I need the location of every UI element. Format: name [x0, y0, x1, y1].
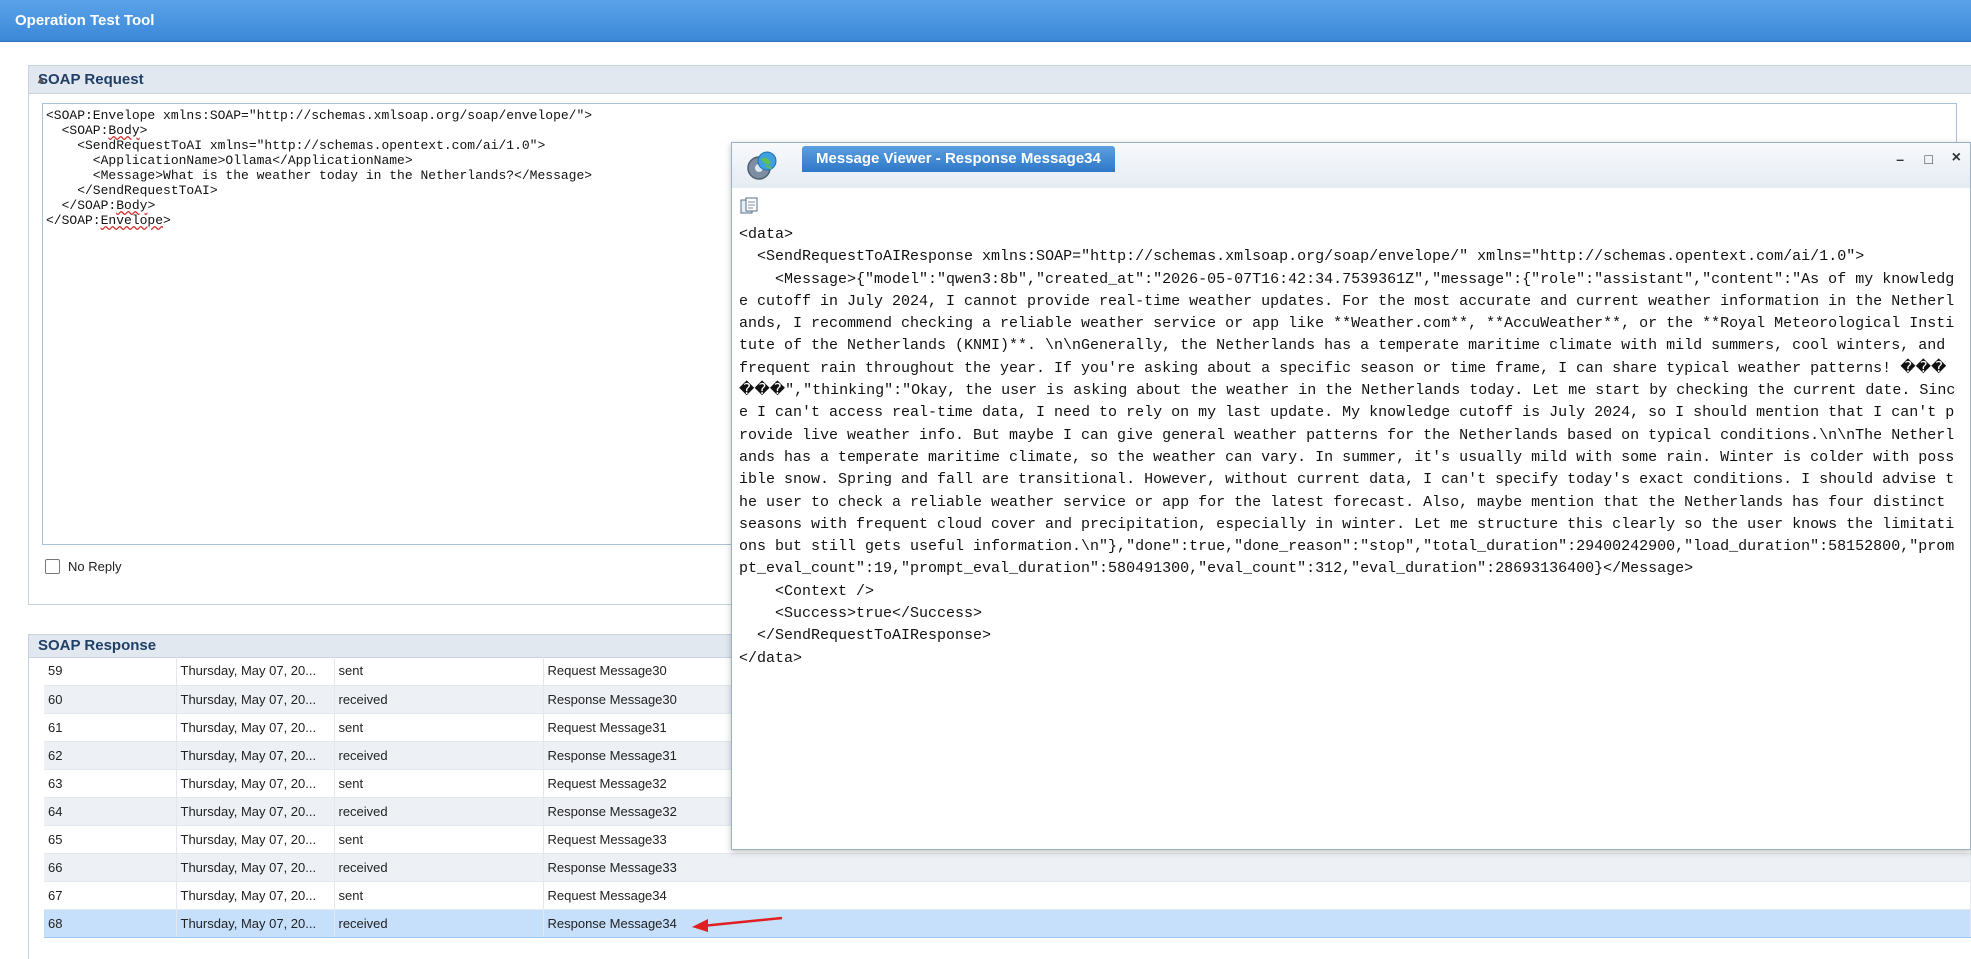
- no-reply-label: No Reply: [68, 559, 122, 574]
- cell-num: 62: [44, 741, 177, 770]
- xml-line: </data>: [739, 649, 803, 667]
- message-viewer-title: Message Viewer - Response Message34: [802, 146, 1115, 172]
- soap-response-title: SOAP Response: [38, 637, 157, 654]
- table-row[interactable]: 68 Thursday, May 07, 20... received Respons…: [44, 909, 1971, 938]
- cell-message: Request Message34: [543, 881, 1971, 910]
- xml-line: <SendRequestToAIResponse xmlns:SOAP="htt…: [739, 248, 1865, 266]
- no-reply-checkbox[interactable]: [45, 559, 60, 574]
- xml-line: <SendRequestToAI xmlns="http://schemas.o…: [46, 138, 546, 153]
- cell-direction: received: [334, 797, 544, 826]
- xml-line: <Message>What is the weather today in th…: [46, 168, 593, 183]
- minimize-icon[interactable]: –: [1896, 151, 1904, 167]
- cell-date: Thursday, May 07, 20...: [176, 797, 335, 826]
- maximize-icon[interactable]: □: [1925, 151, 1933, 167]
- xml-word: Body: [108, 123, 140, 138]
- cell-num: 59: [44, 657, 177, 686]
- xml-line: </SendRequestToAIResponse>: [739, 627, 992, 645]
- xml-line: <SOAP:: [46, 123, 109, 138]
- xml-line: </SOAP:: [46, 198, 117, 213]
- annotation-arrow-icon: [692, 916, 783, 932]
- app-titlebar: Operation Test Tool: [0, 0, 1971, 42]
- cell-date: Thursday, May 07, 20...: [176, 769, 335, 798]
- cell-num: 61: [44, 713, 177, 742]
- cell-num: 68: [44, 909, 177, 938]
- collapse-icon[interactable]: ▴: [38, 72, 1966, 86]
- message-viewer-header[interactable]: Message Viewer - Response Message34 – □ …: [732, 143, 1970, 188]
- cell-num: 64: [44, 797, 177, 826]
- cell-num: 60: [44, 685, 177, 714]
- cell-direction: sent: [334, 657, 544, 686]
- xml-word: Envelope: [100, 213, 164, 228]
- cell-num: 65: [44, 825, 177, 854]
- cell-message: Response Message33: [543, 853, 1971, 882]
- cell-date: Thursday, May 07, 20...: [176, 657, 335, 686]
- cell-num: 63: [44, 769, 177, 798]
- cell-direction: received: [334, 909, 544, 938]
- cell-direction: received: [334, 853, 544, 882]
- cell-date: Thursday, May 07, 20...: [176, 685, 335, 714]
- xml-line: </SOAP:: [46, 213, 101, 228]
- message-viewer-dialog: Message Viewer - Response Message34 – □ …: [731, 142, 1971, 850]
- xml-line: >: [163, 213, 171, 228]
- cell-date: Thursday, May 07, 20...: [176, 853, 335, 882]
- cell-direction: sent: [334, 825, 544, 854]
- copy-document-icon[interactable]: [740, 197, 758, 215]
- cell-num: 67: [44, 881, 177, 910]
- xml-line: >: [139, 123, 148, 138]
- xml-message-line: <Message>{"model":"qwen3:8b","created_at…: [739, 270, 1956, 578]
- globe-gear-icon: [747, 151, 777, 180]
- soap-request-header: SOAP Request ▴: [29, 66, 1971, 94]
- cell-date: Thursday, May 07, 20...: [176, 825, 335, 854]
- cell-date: Thursday, May 07, 20...: [176, 713, 335, 742]
- xml-line: </SendRequestToAI>: [46, 183, 218, 198]
- cell-num: 66: [44, 853, 177, 882]
- app-title: Operation Test Tool: [15, 12, 155, 29]
- table-row[interactable]: 66 Thursday, May 07, 20... received Respons…: [44, 853, 1971, 882]
- xml-line: <Context />: [739, 582, 875, 600]
- message-viewer-content[interactable]: <data> <SendRequestToAIResponse xmlns:SO…: [739, 224, 1961, 670]
- xml-line: <Success>true</Success>: [739, 605, 983, 623]
- cell-date: Thursday, May 07, 20...: [176, 881, 335, 910]
- cell-date: Thursday, May 07, 20...: [176, 909, 335, 938]
- table-row[interactable]: 67 Thursday, May 07, 20... sent Request Mes…: [44, 881, 1971, 910]
- cell-direction: sent: [334, 881, 544, 910]
- xml-word: Body: [116, 198, 148, 213]
- xml-line: <ApplicationName>Ollama</ApplicationName…: [46, 153, 413, 168]
- cell-direction: received: [334, 685, 544, 714]
- xml-line: <data>: [739, 226, 794, 243]
- close-icon[interactable]: ×: [1952, 149, 1961, 167]
- cell-date: Thursday, May 07, 20...: [176, 741, 335, 770]
- xml-line: >: [147, 198, 156, 213]
- cell-direction: sent: [334, 769, 544, 798]
- cell-direction: received: [334, 741, 544, 770]
- xml-line: <SOAP:Envelope xmlns:SOAP="http://schema…: [46, 108, 593, 123]
- no-reply-option[interactable]: No Reply: [45, 559, 121, 574]
- cell-direction: sent: [334, 713, 544, 742]
